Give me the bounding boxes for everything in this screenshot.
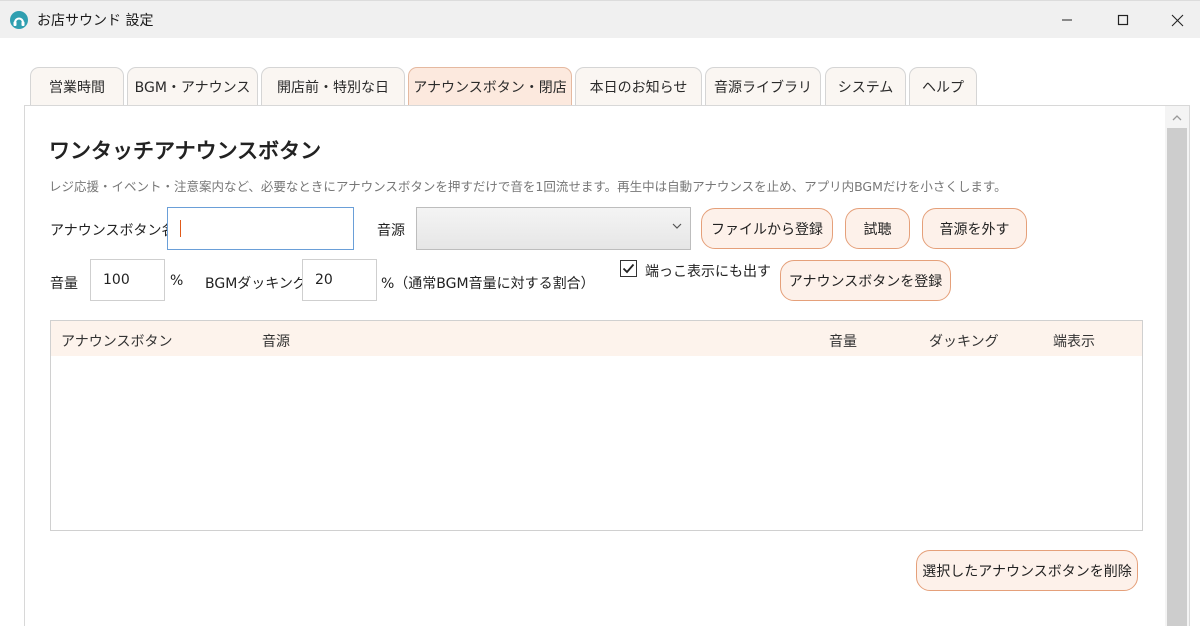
edge-display-label: 端っこ表示にも出す [645, 264, 771, 280]
text-caret [180, 220, 181, 237]
volume-unit: % [170, 273, 184, 289]
tab-todays-notice[interactable]: 本日のお知らせ [575, 67, 702, 105]
ducking-unit: %（通常BGM音量に対する割合） [381, 276, 595, 292]
volume-value: 100 [103, 272, 130, 288]
maximize-icon [1117, 14, 1129, 26]
column-header-volume[interactable]: 音量 [829, 331, 857, 351]
tab-sound-library[interactable]: 音源ライブラリ [705, 67, 821, 105]
button-name-label: アナウンスボタン名 [50, 223, 176, 239]
register-announce-button[interactable]: アナウンスボタンを登録 [780, 260, 951, 301]
maximize-button[interactable] [1100, 1, 1146, 39]
tab-bar: 営業時間 BGM・アナウンス 開店前・特別な日 アナウンスボタン・閉店 本日のお… [0, 38, 1200, 106]
app-logo-icon [10, 11, 28, 29]
column-header-source[interactable]: 音源 [262, 331, 290, 351]
chevron-down-icon [672, 223, 682, 229]
close-button[interactable] [1154, 1, 1200, 39]
chevron-up-icon [1172, 114, 1182, 120]
tab-system[interactable]: システム [825, 67, 906, 105]
remove-source-button[interactable]: 音源を外す [922, 208, 1027, 249]
tab-bgm-announce[interactable]: BGM・アナウンス [127, 67, 258, 105]
tab-help[interactable]: ヘルプ [909, 67, 977, 105]
vertical-scrollbar[interactable] [1165, 106, 1189, 626]
window-title: お店サウンド 設定 [37, 13, 154, 29]
title-bar: お店サウンド 設定 [0, 0, 1200, 38]
tab-announce-button-closing[interactable]: アナウンスボタン・閉店 [408, 67, 572, 105]
button-name-input[interactable] [167, 207, 354, 250]
sound-source-select[interactable] [416, 207, 691, 250]
column-header-ducking[interactable]: ダッキング [929, 331, 999, 351]
register-from-file-button[interactable]: ファイルから登録 [701, 208, 833, 249]
minimize-button[interactable] [1044, 1, 1090, 39]
minimize-icon [1062, 19, 1072, 21]
ducking-input[interactable]: 20 [302, 259, 377, 301]
close-icon [1171, 14, 1183, 26]
volume-label: 音量 [50, 276, 78, 292]
announce-button-table[interactable]: アナウンスボタン 音源 音量 ダッキング 端表示 [50, 320, 1143, 531]
volume-input[interactable]: 100 [90, 259, 165, 301]
scrollbar-thumb[interactable] [1167, 128, 1187, 626]
column-header-edge-display[interactable]: 端表示 [1053, 331, 1095, 351]
sound-source-label: 音源 [377, 223, 405, 239]
preview-button[interactable]: 試聴 [845, 208, 910, 249]
tab-preopen-special-days[interactable]: 開店前・特別な日 [261, 67, 405, 105]
section-title: ワンタッチアナウンスボタン [49, 139, 322, 163]
table-header: アナウンスボタン 音源 音量 ダッキング 端表示 [51, 321, 1142, 356]
ducking-label: BGMダッキング [205, 276, 307, 292]
scroll-up-button[interactable] [1165, 106, 1189, 128]
section-description: レジ応援・イベント・注意案内など、必要なときにアナウンスボタンを押すだけで音を1… [49, 179, 1007, 194]
delete-selected-button[interactable]: 選択したアナウンスボタンを削除 [916, 550, 1138, 591]
tab-business-hours[interactable]: 営業時間 [30, 67, 124, 105]
edge-display-checkbox[interactable] [620, 260, 637, 277]
column-header-button[interactable]: アナウンスボタン [61, 331, 172, 351]
checkmark-icon [622, 263, 635, 274]
ducking-value: 20 [315, 272, 333, 288]
